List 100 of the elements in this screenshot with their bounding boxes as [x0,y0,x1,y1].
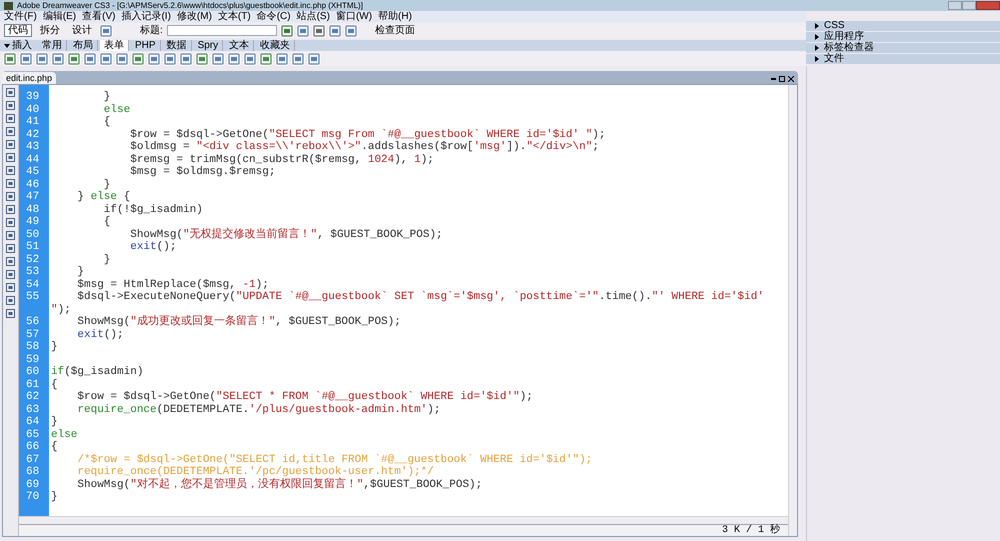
panel-header[interactable]: 文件 [806,54,1000,64]
form-element-icon[interactable] [212,52,224,64]
restore-icon[interactable] [779,76,785,82]
menu-item[interactable]: 查看(V) [82,11,116,22]
line-number: 61 [25,378,40,391]
window-title: Adobe Dreamweaver CS3 - [G:\APMServ5.2.6\www\htdocs\plus\guestbook\edit.inc.php (XHTML)] [17,0,363,10]
line-number: 41 [25,116,40,128]
line-number: 44 [25,154,40,166]
form-element-icon[interactable] [68,52,80,64]
menu-item[interactable]: 插入记录(I) [121,11,171,22]
insert-bar-toggle[interactable]: 插入 [4,40,36,50]
line-number: 51 [25,241,40,254]
code-line: $remsg = trimMsg(cn_substrR($remsg, 1024), 1); [129,154,434,166]
form-element-icon[interactable] [228,52,240,64]
panel-header[interactable]: CSS [806,21,1000,31]
menu-item[interactable]: 文本(T) [218,11,251,22]
menu-item[interactable]: 窗口(W) [336,11,372,22]
code-line: $row = $dsql->GetOne("SELECT * FROM `#@__guestbook` WHERE id='$id'"); [76,391,533,403]
line-number: 40 [25,104,40,116]
menu-item[interactable]: 修改(M) [176,11,212,22]
code-line: } [50,341,58,353]
line-number: 67 [25,454,40,466]
title-input-field[interactable] [166,25,277,36]
code-line: } [76,266,84,278]
form-element-icon[interactable] [180,52,192,64]
code-line: $row = $dsql->GetOne("SELECT msg From `#@__guestbook` WHERE id='$id' "); [129,128,606,140]
line-number: 66 [25,441,40,454]
form-element-icon[interactable] [52,52,64,64]
line-number: 42 [25,128,40,141]
menu-item[interactable]: 帮助(H) [378,11,412,22]
line-number: 48 [25,204,40,216]
code-line: if(!$g_isadmin) [102,204,203,216]
maximize-button[interactable] [962,1,976,10]
view-button[interactable]: 代码 [4,24,32,37]
form-element-icon[interactable] [164,52,176,64]
form-element-icon[interactable] [100,52,112,64]
form-element-icon[interactable] [132,52,144,64]
code-line: $dsql->ExecuteNoneQuery("UPDATE `#@__guestbook` SET `msg`='$msg', `posttime`='".time()."' WHERE id='$id' [76,291,764,303]
form-element-icon[interactable] [292,52,304,64]
line-number: 54 [25,278,40,291]
form-element-icon[interactable] [116,52,128,64]
line-number: 52 [25,254,40,266]
insert-tab[interactable]: 表单 [100,40,129,51]
code-line: /*$row = $dsql->GetOne("SELECT id,title FROM `#@__guestbook` WHERE id='$id'"); [76,454,592,466]
code-line: } [50,491,58,503]
vertical-scrollbar[interactable] [788,85,797,536]
check-page-button[interactable]: 检查页面 [372,24,417,37]
minimize-button[interactable] [948,1,962,10]
menu-item[interactable]: 命令(C) [256,11,291,22]
line-number: 56 [25,316,40,328]
code-line: } else { [76,191,130,203]
line-number: 69 [25,478,40,491]
code-line: else [50,428,78,440]
form-element-icon[interactable] [84,52,96,64]
form-element-icon[interactable] [148,52,160,64]
document-tab[interactable]: edit.inc.php [2,72,56,84]
form-element-icon[interactable] [36,52,48,64]
form-element-icon[interactable] [308,52,320,64]
line-number: 45 [25,166,40,178]
horizontal-scrollbar[interactable] [19,516,788,524]
form-element-icon[interactable] [276,52,288,64]
code-line: { [102,216,110,228]
panel-header[interactable]: 应用程序 [806,32,1000,42]
code-line: else [102,104,130,116]
code-line: exit(); [129,241,176,253]
code-line: $msg = HtmlReplace($msg, -1); [76,278,269,290]
form-element-icon[interactable] [4,52,16,64]
form-element-icon[interactable] [20,52,32,64]
line-number: 57 [25,328,40,341]
form-element-icon[interactable] [260,52,272,64]
code-line: ShowMsg("无权提交修改当前留言！", $GUEST_BOOK_POS); [129,228,443,240]
line-number: 55 [25,291,40,304]
line-number: 62 [25,391,40,404]
close-icon[interactable] [788,76,794,82]
menu-item[interactable]: 站点(S) [296,11,330,22]
code-line: { [102,116,110,128]
code-line: "); [50,304,71,316]
code-line: ShowMsg("对不起，您不是管理员，没有权限回复留言！",$GUEST_BOOK_POS); [76,478,482,490]
code-line: } [102,91,110,103]
code-line: } [102,178,110,190]
form-element-icon[interactable] [244,52,256,64]
line-number: 70 [25,491,40,504]
code-line: exit(); [76,328,124,340]
caret-down-icon [4,42,10,48]
menu-item[interactable]: 编辑(E) [42,11,76,22]
form-element-icon[interactable] [196,52,208,64]
line-number: 65 [25,428,40,441]
panel-header[interactable]: 标签检查器 [806,43,1000,53]
line-number: 39 [25,91,40,104]
line-number: 64 [25,416,40,428]
line-number: 43 [25,141,40,154]
line-number: 68 [25,466,40,478]
code-line: } [50,416,58,428]
line-number: 58 [25,341,40,354]
file-size-status: 3 K / 1 秒 [722,525,780,536]
code-line: $msg = $oldmsg.$remsg; [129,166,276,178]
menu-item[interactable]: 文件(F) [4,11,37,22]
code-line: if($g_isadmin) [50,366,144,378]
code-line: { [50,441,58,453]
code-line: ShowMsg("成功更改或回复一条留言！", $GUEST_BOOK_POS); [76,316,401,328]
